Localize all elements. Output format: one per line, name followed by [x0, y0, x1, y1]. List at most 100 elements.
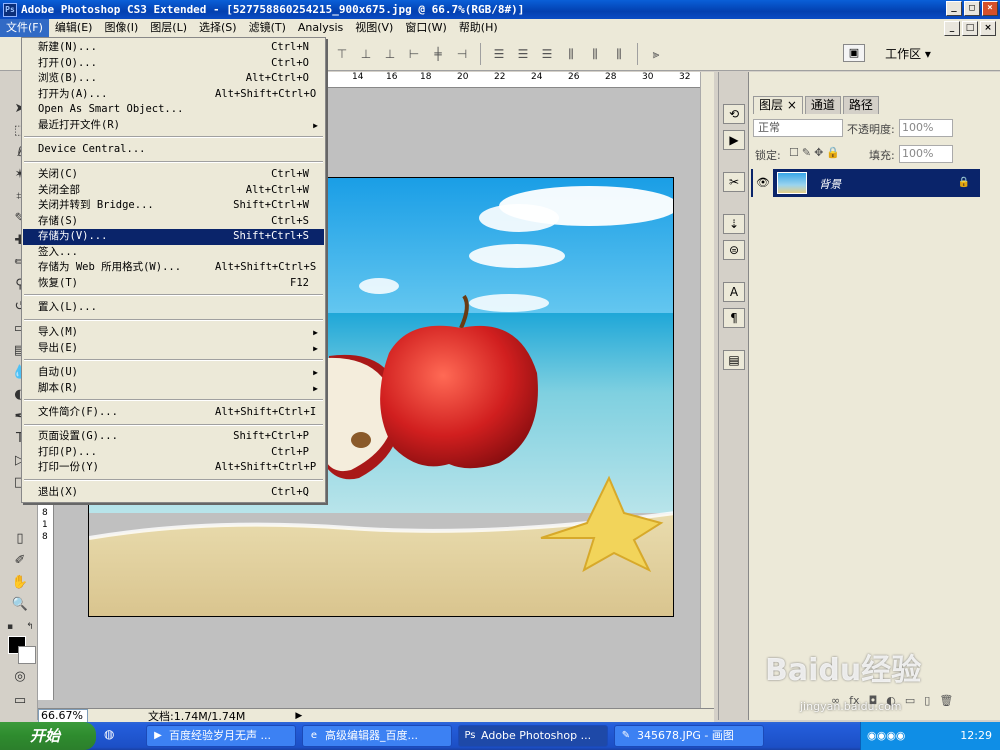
menu-help[interactable]: 帮助(H) [453, 19, 504, 37]
doc-minimize-button[interactable]: _ [944, 21, 960, 36]
menu-file[interactable]: 文件(F) [0, 19, 49, 37]
menu-item-save-as[interactable]: 存储为(V)... Shift+Ctrl+S [23, 229, 324, 245]
menu-edit[interactable]: 编辑(E) [49, 19, 99, 37]
menu-item-save[interactable]: 存储(S) Ctrl+S [23, 214, 324, 230]
notes-tool-icon[interactable]: ▯ [10, 530, 30, 548]
quick-launch-icon[interactable]: ◍ [104, 727, 134, 745]
eyedropper-tool-icon[interactable]: ✐ [10, 552, 30, 570]
menu-item-open-as-smart-object[interactable]: Open As Smart Object... [23, 102, 324, 118]
doc-restore-button[interactable]: □ [962, 21, 978, 36]
distribute-right-icon[interactable]: ⫼ [610, 46, 628, 62]
brushes-panel-icon[interactable]: ⇣ [723, 214, 745, 234]
opacity-field[interactable]: 100% [899, 119, 953, 137]
close-button[interactable]: × [982, 1, 998, 16]
layer-comps-icon[interactable]: ▤ [723, 350, 745, 370]
workspace-button[interactable]: 工作区 ▾ [873, 43, 943, 65]
fill-field[interactable]: 100% [899, 145, 953, 163]
panel-dock: ⟲ ▶ ✂ ⇣ ⊜ A ¶ ▤ [718, 72, 748, 720]
menu-item-open-as[interactable]: 打开为(A)... Alt+Shift+Ctrl+O [23, 87, 324, 103]
menu-filter[interactable]: 滤镜(T) [243, 19, 292, 37]
swap-colors-icon[interactable]: ↰ [24, 618, 36, 636]
ruler-tick: 22 [494, 72, 506, 82]
status-menu-arrow-icon[interactable]: ▶ [295, 711, 305, 721]
layer-row-background[interactable]: 👁 背景 🔒 [751, 169, 980, 197]
actions-panel-icon[interactable]: ▶ [723, 130, 745, 150]
menu-item-print-one-copy[interactable]: 打印一份(Y) Alt+Shift+Ctrl+P [23, 460, 324, 476]
menu-item-browse[interactable]: 浏览(B)... Alt+Ctrl+O [23, 71, 324, 87]
tray-icons[interactable]: ◉◉◉◉ [861, 722, 905, 750]
menu-item-close-all[interactable]: 关闭全部 Alt+Ctrl+W [23, 183, 324, 199]
align-center-icon[interactable]: ╪ [429, 46, 447, 62]
menu-item-file-info[interactable]: 文件简介(F)... Alt+Shift+Ctrl+I [23, 405, 324, 421]
visibility-eye-icon[interactable]: 👁 [753, 169, 773, 197]
taskbar-item-active[interactable]: Ps Adobe Photoshop ... [458, 725, 608, 747]
start-button[interactable]: 开始 [0, 722, 96, 750]
menu-item-check-in[interactable]: 签入... [23, 245, 324, 261]
menu-image[interactable]: 图像(I) [98, 19, 144, 37]
distribute-middle-icon[interactable]: ☰ [514, 46, 532, 62]
maximize-button[interactable]: □ [964, 1, 980, 16]
align-top-icon[interactable]: ⊤ [333, 46, 351, 62]
menu-item-close-go-bridge[interactable]: 关闭并转到 Bridge... Shift+Ctrl+W [23, 198, 324, 214]
menu-select[interactable]: 选择(S) [193, 19, 243, 37]
zoom-level-field[interactable]: 66.67% [38, 708, 88, 723]
taskbar-item[interactable]: ✎ 345678.JPG - 画图 [614, 725, 764, 747]
menu-item-import[interactable]: 导入(M) ▶ [23, 325, 324, 341]
character-panel-icon[interactable]: A [723, 282, 745, 302]
tab-paths[interactable]: 路径 [842, 96, 879, 114]
menu-item-open[interactable]: 打开(O)... Ctrl+O [23, 56, 324, 72]
default-colors-icon[interactable]: ▪ [4, 618, 16, 636]
menu-analysis[interactable]: Analysis [292, 19, 349, 37]
menu-item-scripts[interactable]: 脚本(R) ▶ [23, 381, 324, 397]
layer-name: 背景 [819, 178, 841, 191]
tab-channels[interactable]: 通道 [804, 96, 841, 114]
hand-tool-icon[interactable]: ✋ [10, 574, 30, 592]
ruler-tick: 24 [531, 72, 543, 82]
menu-item-recent-files[interactable]: 最近打开文件(R) ▶ [23, 118, 324, 134]
vertical-scrollbar[interactable] [700, 72, 714, 708]
distribute-top-icon[interactable]: ☰ [490, 46, 508, 62]
distribute-left-icon[interactable]: ⫼ [562, 46, 580, 62]
submenu-arrow-icon: ▶ [313, 383, 318, 393]
media-player-icon: ▶ [154, 730, 162, 741]
lock-icons[interactable]: ☐✎✥🔒 [789, 146, 843, 159]
menu-item-save-for-web[interactable]: 存储为 Web 所用格式(W)... Alt+Shift+Ctrl+S [23, 260, 324, 276]
ruler-tick: 26 [568, 72, 580, 82]
palette-well-icon[interactable]: ▣ [843, 44, 865, 62]
menu-item-new[interactable]: 新建(N)... Ctrl+N [23, 40, 324, 56]
menu-item-exit[interactable]: 退出(X) Ctrl+Q [23, 485, 324, 501]
menu-item-revert[interactable]: 恢复(T) F12 [23, 276, 324, 292]
quick-mask-icon[interactable]: ◎ [10, 668, 30, 686]
menu-layer[interactable]: 图层(L) [144, 19, 193, 37]
tab-layers[interactable]: 图层 × [753, 96, 803, 114]
blend-mode-select[interactable]: 正常 [753, 119, 843, 137]
menu-window[interactable]: 窗口(W) [399, 19, 452, 37]
menu-item-print[interactable]: 打印(P)... Ctrl+P [23, 445, 324, 461]
distribute-center-icon[interactable]: ⫼ [586, 46, 604, 62]
tool-presets-icon[interactable]: ✂ [723, 172, 745, 192]
taskbar-item[interactable]: e 高级编辑器_百度... [302, 725, 452, 747]
align-bottom-icon[interactable]: ⊥ [381, 46, 399, 62]
menu-item-export[interactable]: 导出(E) ▶ [23, 341, 324, 357]
align-left-icon[interactable]: ⊢ [405, 46, 423, 62]
layer-lock-icon: 🔒 [957, 177, 970, 188]
paragraph-panel-icon[interactable]: ¶ [723, 308, 745, 328]
minimize-button[interactable]: _ [946, 1, 962, 16]
auto-align-icon[interactable]: ⫸ [647, 46, 665, 62]
align-right-icon[interactable]: ⊣ [453, 46, 471, 62]
doc-close-button[interactable]: × [980, 21, 996, 36]
zoom-tool-icon[interactable]: 🔍 [10, 596, 30, 614]
menu-item-close[interactable]: 关闭(C) Ctrl+W [23, 167, 324, 183]
menu-item-device-central[interactable]: Device Central... [23, 142, 324, 158]
align-middle-icon[interactable]: ⊥ [357, 46, 375, 62]
menu-item-page-setup[interactable]: 页面设置(G)... Shift+Ctrl+P [23, 429, 324, 445]
navigator-panel-icon[interactable]: ⟲ [723, 104, 745, 124]
distribute-bottom-icon[interactable]: ☰ [538, 46, 556, 62]
menu-item-place[interactable]: 置入(L)... [23, 300, 324, 316]
background-color-swatch[interactable] [18, 646, 36, 664]
menu-item-automate[interactable]: 自动(U) ▶ [23, 365, 324, 381]
taskbar-item[interactable]: ▶ 百度经验岁月无声 ... [146, 725, 296, 747]
menu-view[interactable]: 视图(V) [349, 19, 399, 37]
clone-source-icon[interactable]: ⊜ [723, 240, 745, 260]
screen-mode-icon[interactable]: ▭ [10, 692, 30, 710]
